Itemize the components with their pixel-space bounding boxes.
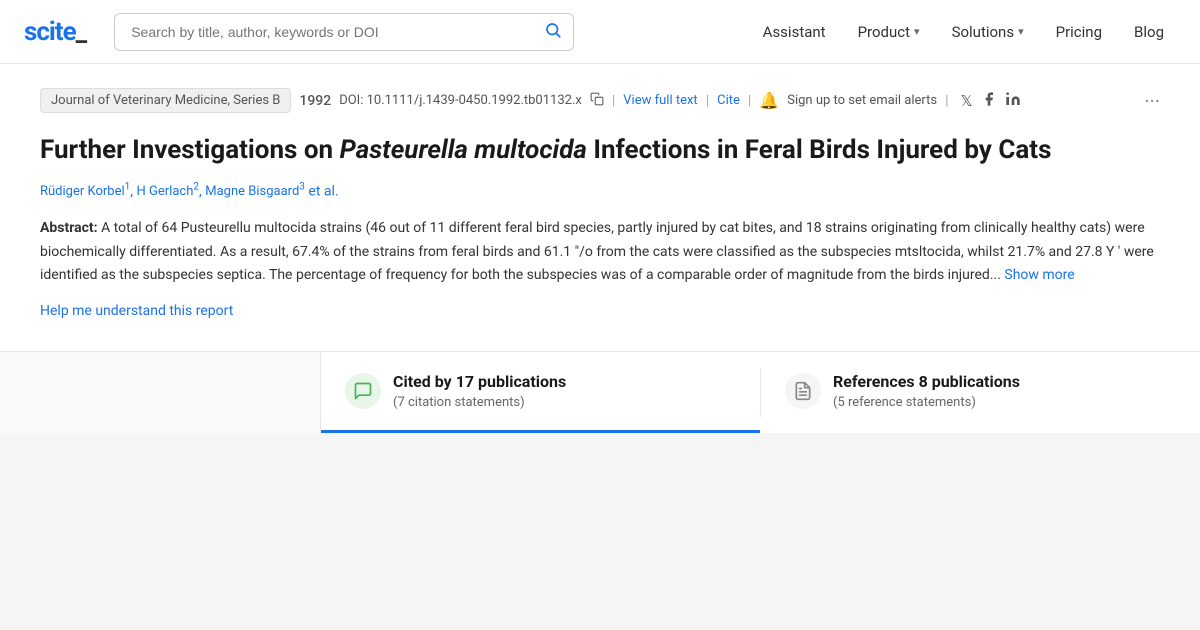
tabs-section: Cited by 17 publications (7 citation sta… [0,351,1200,433]
search-bar [114,13,574,51]
show-more-link[interactable]: Show more [1004,267,1074,283]
product-chevron-icon: ▾ [914,25,920,38]
more-options-icon[interactable]: ··· [1144,89,1160,113]
nav-solutions[interactable]: Solutions ▾ [940,15,1036,49]
nav-assistant[interactable]: Assistant [751,15,838,49]
cited-by-text: Cited by 17 publications (7 citation sta… [393,372,566,410]
references-icon [785,373,821,409]
authors-line: Rüdiger Korbel1, H Gerlach2, Magne Bisga… [40,182,1160,199]
solutions-chevron-icon: ▾ [1018,25,1024,38]
separator-3: | [748,93,751,109]
facebook-icon[interactable] [981,91,997,111]
site-logo[interactable]: scite_ [24,17,86,47]
journal-badge: Journal of Veterinary Medicine, Series B [40,88,291,113]
cited-by-icon [345,373,381,409]
author-3-sup: 3 [299,182,305,193]
article-content: Journal of Veterinary Medicine, Series B… [0,64,1200,351]
paper-title: Further Investigations on Pasteurella mu… [40,133,1160,168]
copy-doi-icon[interactable] [590,92,604,110]
tab-cited-by[interactable]: Cited by 17 publications (7 citation sta… [321,352,760,433]
nav-pricing[interactable]: Pricing [1044,15,1114,49]
left-spacer [0,352,320,433]
abstract-text: Abstract: A total of 64 Pusteurellu mult… [40,217,1160,286]
nav-blog[interactable]: Blog [1122,15,1176,49]
social-icons: 𝕏 [961,91,1021,111]
bell-icon[interactable]: 🔔 [759,91,779,110]
author-3-link[interactable]: Magne Bisgaard3 [205,184,305,199]
view-full-text-link[interactable]: View full text [623,93,697,108]
separator-2: | [706,93,709,109]
twitter-icon[interactable]: 𝕏 [961,92,973,110]
author-2-link[interactable]: H Gerlach2 [137,184,199,199]
author-1-link[interactable]: Rüdiger Korbel1 [40,184,130,199]
alert-text: Sign up to set email alerts [787,93,937,108]
tab-references[interactable]: References 8 publications (5 reference s… [761,352,1200,433]
separator-1: | [612,93,615,109]
references-text: References 8 publications (5 reference s… [833,372,1020,410]
separator-4: | [945,93,948,109]
doi-text: DOI: 10.1111/j.1439-0450.1992.tb01132.x [339,93,582,108]
linkedin-icon[interactable] [1005,91,1021,111]
navbar: scite_ Assistant Product ▾ Solutions ▾ P… [0,0,1200,64]
cite-link[interactable]: Cite [717,93,740,108]
nav-links: Assistant Product ▾ Solutions ▾ Pricing … [751,15,1176,49]
tabs-container: Cited by 17 publications (7 citation sta… [320,352,1200,433]
publication-year: 1992 [299,93,331,109]
et-al-link[interactable]: et al. [308,183,338,199]
help-understand-link[interactable]: Help me understand this report [40,303,233,319]
search-input[interactable] [114,13,574,51]
nav-product[interactable]: Product ▾ [846,15,932,49]
meta-bar: Journal of Veterinary Medicine, Series B… [40,88,1160,113]
